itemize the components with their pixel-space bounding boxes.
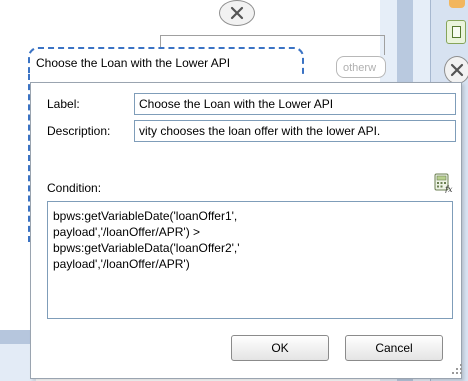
close-circle-icon[interactable]: [219, 0, 255, 26]
condition-line: bpws:getVariableDate('loanOffer1',: [53, 209, 238, 223]
description-field-label: Description:: [47, 124, 111, 138]
condition-line: bpws:getVariableData('loanOffer2',': [53, 241, 240, 255]
expression-builder-icon[interactable]: fx: [433, 173, 453, 194]
condition-line: payload','/loanOffer/APR') >: [53, 225, 201, 239]
close-circle-icon[interactable]: [444, 56, 468, 84]
description-input[interactable]: vity chooses the loan offer with the low…: [134, 120, 456, 142]
canvas-branch-label[interactable]: otherw: [336, 56, 386, 78]
calculator-icon[interactable]: [446, 20, 466, 44]
close-icon: [450, 63, 464, 77]
condition-line: payload','/loanOffer/APR'): [53, 257, 190, 271]
label-field-label: Label:: [47, 97, 80, 111]
cancel-button[interactable]: Cancel: [345, 335, 443, 361]
close-icon: [230, 6, 244, 20]
palette-tab[interactable]: [449, 0, 465, 8]
callout-title: Choose the Loan with the Lower API: [36, 56, 231, 70]
condition-dialog: Label: Choose the Loan with the Lower AP…: [30, 82, 462, 379]
condition-expression-textarea[interactable]: bpws:getVariableDate('loanOffer1', paylo…: [47, 201, 453, 319]
svg-text:fx: fx: [444, 185, 453, 193]
label-input[interactable]: Choose the Loan with the Lower API: [134, 93, 456, 115]
connector-line: [384, 35, 385, 55]
condition-label: Condition:: [47, 181, 102, 195]
connector-line: [160, 35, 385, 36]
ok-button[interactable]: OK: [231, 335, 329, 361]
resize-grip-icon[interactable]: [450, 362, 464, 376]
